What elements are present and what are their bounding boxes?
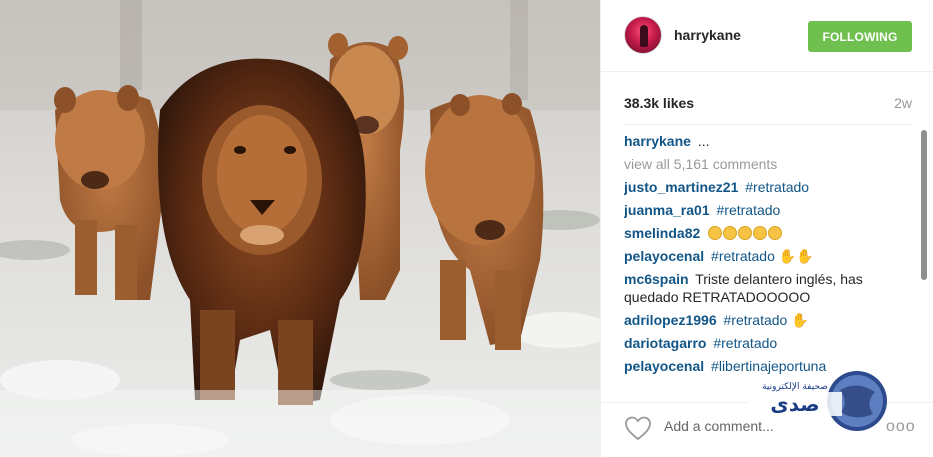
comment-user[interactable]: adrilopez1996 — [624, 312, 717, 328]
post-photo[interactable] — [0, 0, 600, 457]
comment-user[interactable]: mc6spain — [624, 271, 689, 287]
comment-hashtag[interactable]: #retratado — [724, 312, 788, 328]
heart-icon[interactable] — [624, 415, 652, 441]
comment-user[interactable]: justo_martinez21 — [624, 179, 738, 195]
list-item: dariotagarro #retratado — [624, 334, 914, 352]
post-header: harrykane FOLLOWING — [601, 0, 933, 72]
comment-hashtag[interactable]: #retratado — [745, 179, 809, 195]
svg-text:صدى: صدى — [770, 392, 819, 416]
list-item: smelinda82 — [624, 224, 914, 242]
list-item: mc6spain Triste delantero inglés, has qu… — [624, 270, 914, 306]
following-button[interactable]: FOLLOWING — [808, 21, 912, 52]
comment-hashtag[interactable]: #retratado — [713, 335, 777, 351]
comment-user[interactable]: pelayocenal — [624, 248, 704, 264]
lions-image — [0, 0, 600, 457]
username-link[interactable]: harrykane — [674, 27, 741, 43]
more-options-icon[interactable]: ooo — [886, 418, 916, 436]
list-item: justo_martinez21 #retratado — [624, 178, 914, 196]
comment-user[interactable]: pelayocenal — [624, 358, 704, 374]
instagram-post: harrykane FOLLOWING 38.3k likes 2w harry… — [0, 0, 933, 457]
caption-user[interactable]: harrykane — [624, 133, 691, 149]
scrollbar-thumb[interactable] — [921, 130, 927, 280]
list-item: adrilopez1996 #retratado ✋ — [624, 311, 914, 329]
avatar[interactable] — [624, 16, 662, 54]
caption-text: ... — [697, 133, 710, 149]
comments-list: harrykane ... view all 5,161 comments ju… — [624, 132, 914, 394]
comment-user[interactable]: juanma_ra01 — [624, 202, 710, 218]
post-time[interactable]: 2w — [894, 95, 912, 111]
raised-hand-emoji-icon: ✋ — [791, 312, 809, 328]
comments-scrollbar[interactable] — [920, 130, 928, 392]
comment-hashtag[interactable]: #retratado — [711, 248, 775, 264]
list-item: juanma_ra01 #retratado — [624, 201, 914, 219]
list-item: pelayocenal #retratado ✋✋ — [624, 247, 914, 265]
raised-hands-emoji-icon: ✋✋ — [778, 248, 814, 264]
view-all-comments-link[interactable]: view all 5,161 comments — [624, 155, 914, 173]
caption: harrykane ... — [624, 132, 914, 150]
likes-count[interactable]: 38.3k likes — [624, 95, 694, 111]
likes-row: 38.3k likes 2w — [624, 95, 912, 115]
grin-emoji-icon — [707, 225, 783, 241]
comment-user[interactable]: smelinda82 — [624, 225, 700, 241]
comment-user[interactable]: dariotagarro — [624, 335, 706, 351]
watermark-logo: صدى صحيفة الإلكترونية — [747, 371, 887, 431]
divider — [624, 124, 912, 125]
comment-hashtag[interactable]: #retratado — [717, 202, 781, 218]
svg-text:صحيفة الإلكترونية: صحيفة الإلكترونية — [762, 382, 828, 392]
